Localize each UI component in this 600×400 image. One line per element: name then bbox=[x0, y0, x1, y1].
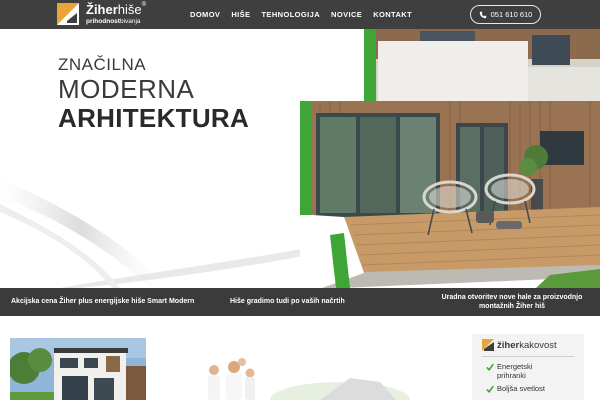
hero-line-2: MODERNA bbox=[58, 74, 195, 104]
house-thumbnail-image[interactable] bbox=[10, 338, 146, 400]
hero-section: ZNAČILNA MODERNA ARHITEKTURA bbox=[0, 29, 600, 288]
main-nav: DOMOV HIŠE TEHNOLOGIJA NOVICE KONTAKT bbox=[190, 0, 412, 29]
quality-item-energetski: Energetski prihranki bbox=[486, 362, 532, 380]
strip-link-line-2: montažnih Žiher hiš bbox=[478, 303, 546, 310]
logo-mark-icon bbox=[57, 3, 79, 25]
strip-link-hise-po-nacrtih[interactable]: Hiše gradimo tudi po vaših načrtih bbox=[230, 297, 370, 306]
site-logo[interactable]: Žiherhiše® prihodnostbivanja bbox=[57, 2, 147, 26]
family-photo-image bbox=[200, 356, 430, 400]
nav-item-domov[interactable]: DOMOV bbox=[190, 10, 220, 19]
strip-link-line-1: Uradna otvoritev nove hale za proizvodnj… bbox=[441, 294, 583, 301]
quality-item-line-1: Energetski bbox=[497, 362, 533, 371]
strip-link-otvoritev-hale[interactable]: Uradna otvoritev nove hale za proizvodnj… bbox=[432, 293, 592, 311]
logo-tagline: prihodnostbivanja bbox=[86, 18, 141, 26]
header-bar: Žiherhiše® prihodnostbivanja DOMOV HIŠE … bbox=[0, 0, 600, 29]
nav-item-hise[interactable]: HIŠE bbox=[231, 10, 250, 19]
quality-item-svetlost: Boljša svetlost bbox=[486, 384, 545, 393]
quality-item-line-2: prihranki bbox=[497, 371, 526, 380]
hero-line-1: ZNAČILNA bbox=[58, 55, 147, 74]
quality-logo: žiherkakovost bbox=[482, 339, 557, 351]
quality-box: žiherkakovost Energetski prihranki Boljš… bbox=[472, 334, 584, 400]
hero-house-photo bbox=[300, 29, 600, 288]
phone-number: 051 610 610 bbox=[490, 10, 533, 19]
phone-button[interactable]: 051 610 610 bbox=[470, 5, 541, 24]
quality-logo-mark-icon bbox=[482, 339, 494, 351]
logo-brand: Žiherhiše bbox=[86, 2, 142, 18]
strip-link-akcijska-cena[interactable]: Akcijska cena Žiher plus energijske hiše… bbox=[11, 297, 201, 306]
nav-item-tehnologija[interactable]: TEHNOLOGIJA bbox=[261, 10, 320, 19]
quality-item-line-1: Boljša svetlost bbox=[497, 384, 545, 393]
page: Žiherhiše® prihodnostbivanja DOMOV HIŠE … bbox=[0, 0, 600, 400]
logo-wordmark: Žiherhiše® prihodnostbivanja bbox=[86, 2, 147, 26]
quality-logo-text: žiherkakovost bbox=[497, 339, 557, 351]
hero-line-3: ARHITEKTURA bbox=[58, 103, 250, 133]
nav-item-kontakt[interactable]: KONTAKT bbox=[373, 10, 412, 19]
phone-icon bbox=[479, 11, 486, 18]
check-icon bbox=[486, 385, 494, 393]
hero-headline: ZNAČILNA MODERNA ARHITEKTURA bbox=[58, 55, 249, 133]
check-icon bbox=[486, 363, 494, 371]
news-strip: Akcijska cena Žiher plus energijske hiše… bbox=[0, 288, 600, 316]
content-section: žiherkakovost Energetski prihranki Boljš… bbox=[0, 316, 600, 400]
nav-item-novice[interactable]: NOVICE bbox=[331, 10, 362, 19]
quality-divider bbox=[482, 356, 574, 357]
